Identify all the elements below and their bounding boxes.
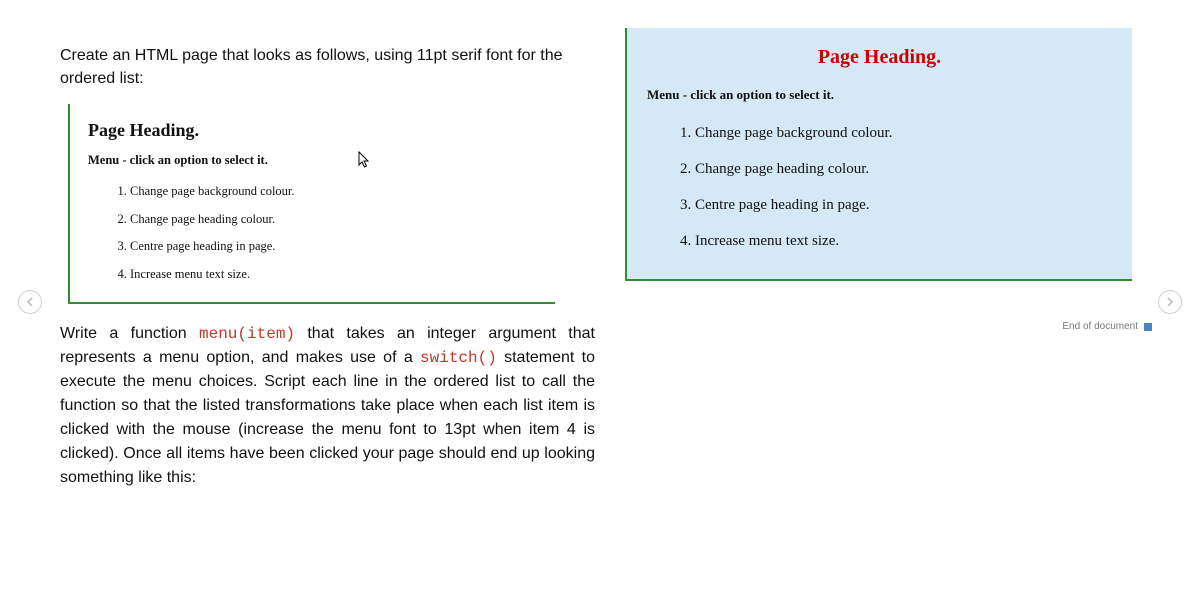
chevron-right-icon bbox=[1166, 297, 1174, 307]
code-switch: switch() bbox=[420, 349, 497, 367]
end-of-document-marker: End of document bbox=[1062, 321, 1152, 332]
chevron-left-icon bbox=[26, 297, 34, 307]
end-square-icon bbox=[1144, 323, 1152, 331]
cursor-icon bbox=[358, 151, 372, 169]
next-page-button[interactable] bbox=[1158, 290, 1182, 314]
task-body: Write a function menu(item) that takes a… bbox=[60, 322, 595, 490]
left-column: Create an HTML page that looks as follow… bbox=[60, 28, 595, 506]
before-heading: Page Heading. bbox=[88, 120, 537, 141]
after-item-4: Increase menu text size. bbox=[695, 223, 1112, 259]
example-after: Page Heading. Menu - click an option to … bbox=[625, 28, 1132, 281]
code-menu: menu(item) bbox=[199, 325, 295, 343]
right-column: Page Heading. Menu - click an option to … bbox=[625, 28, 1160, 506]
prev-page-button[interactable] bbox=[18, 290, 42, 314]
intro-text: Create an HTML page that looks as follow… bbox=[60, 44, 595, 90]
after-item-3: Centre page heading in page. bbox=[695, 187, 1112, 223]
before-item-2: Change page heading colour. bbox=[130, 206, 537, 234]
after-heading: Page Heading. bbox=[647, 46, 1112, 69]
after-item-1: Change page background colour. bbox=[695, 115, 1112, 151]
after-item-2: Change page heading colour. bbox=[695, 151, 1112, 187]
before-item-3: Centre page heading in page. bbox=[130, 233, 537, 261]
before-item-1: Change page background colour. bbox=[130, 178, 537, 206]
example-before: Page Heading. Menu - click an option to … bbox=[68, 104, 555, 304]
before-item-4: Increase menu text size. bbox=[130, 261, 537, 289]
before-menu-list: Change page background colour. Change pa… bbox=[88, 178, 537, 288]
before-menu-label: Menu - click an option to select it. bbox=[88, 153, 537, 168]
after-menu-label: Menu - click an option to select it. bbox=[647, 87, 1112, 103]
after-menu-list: Change page background colour. Change pa… bbox=[647, 115, 1112, 259]
